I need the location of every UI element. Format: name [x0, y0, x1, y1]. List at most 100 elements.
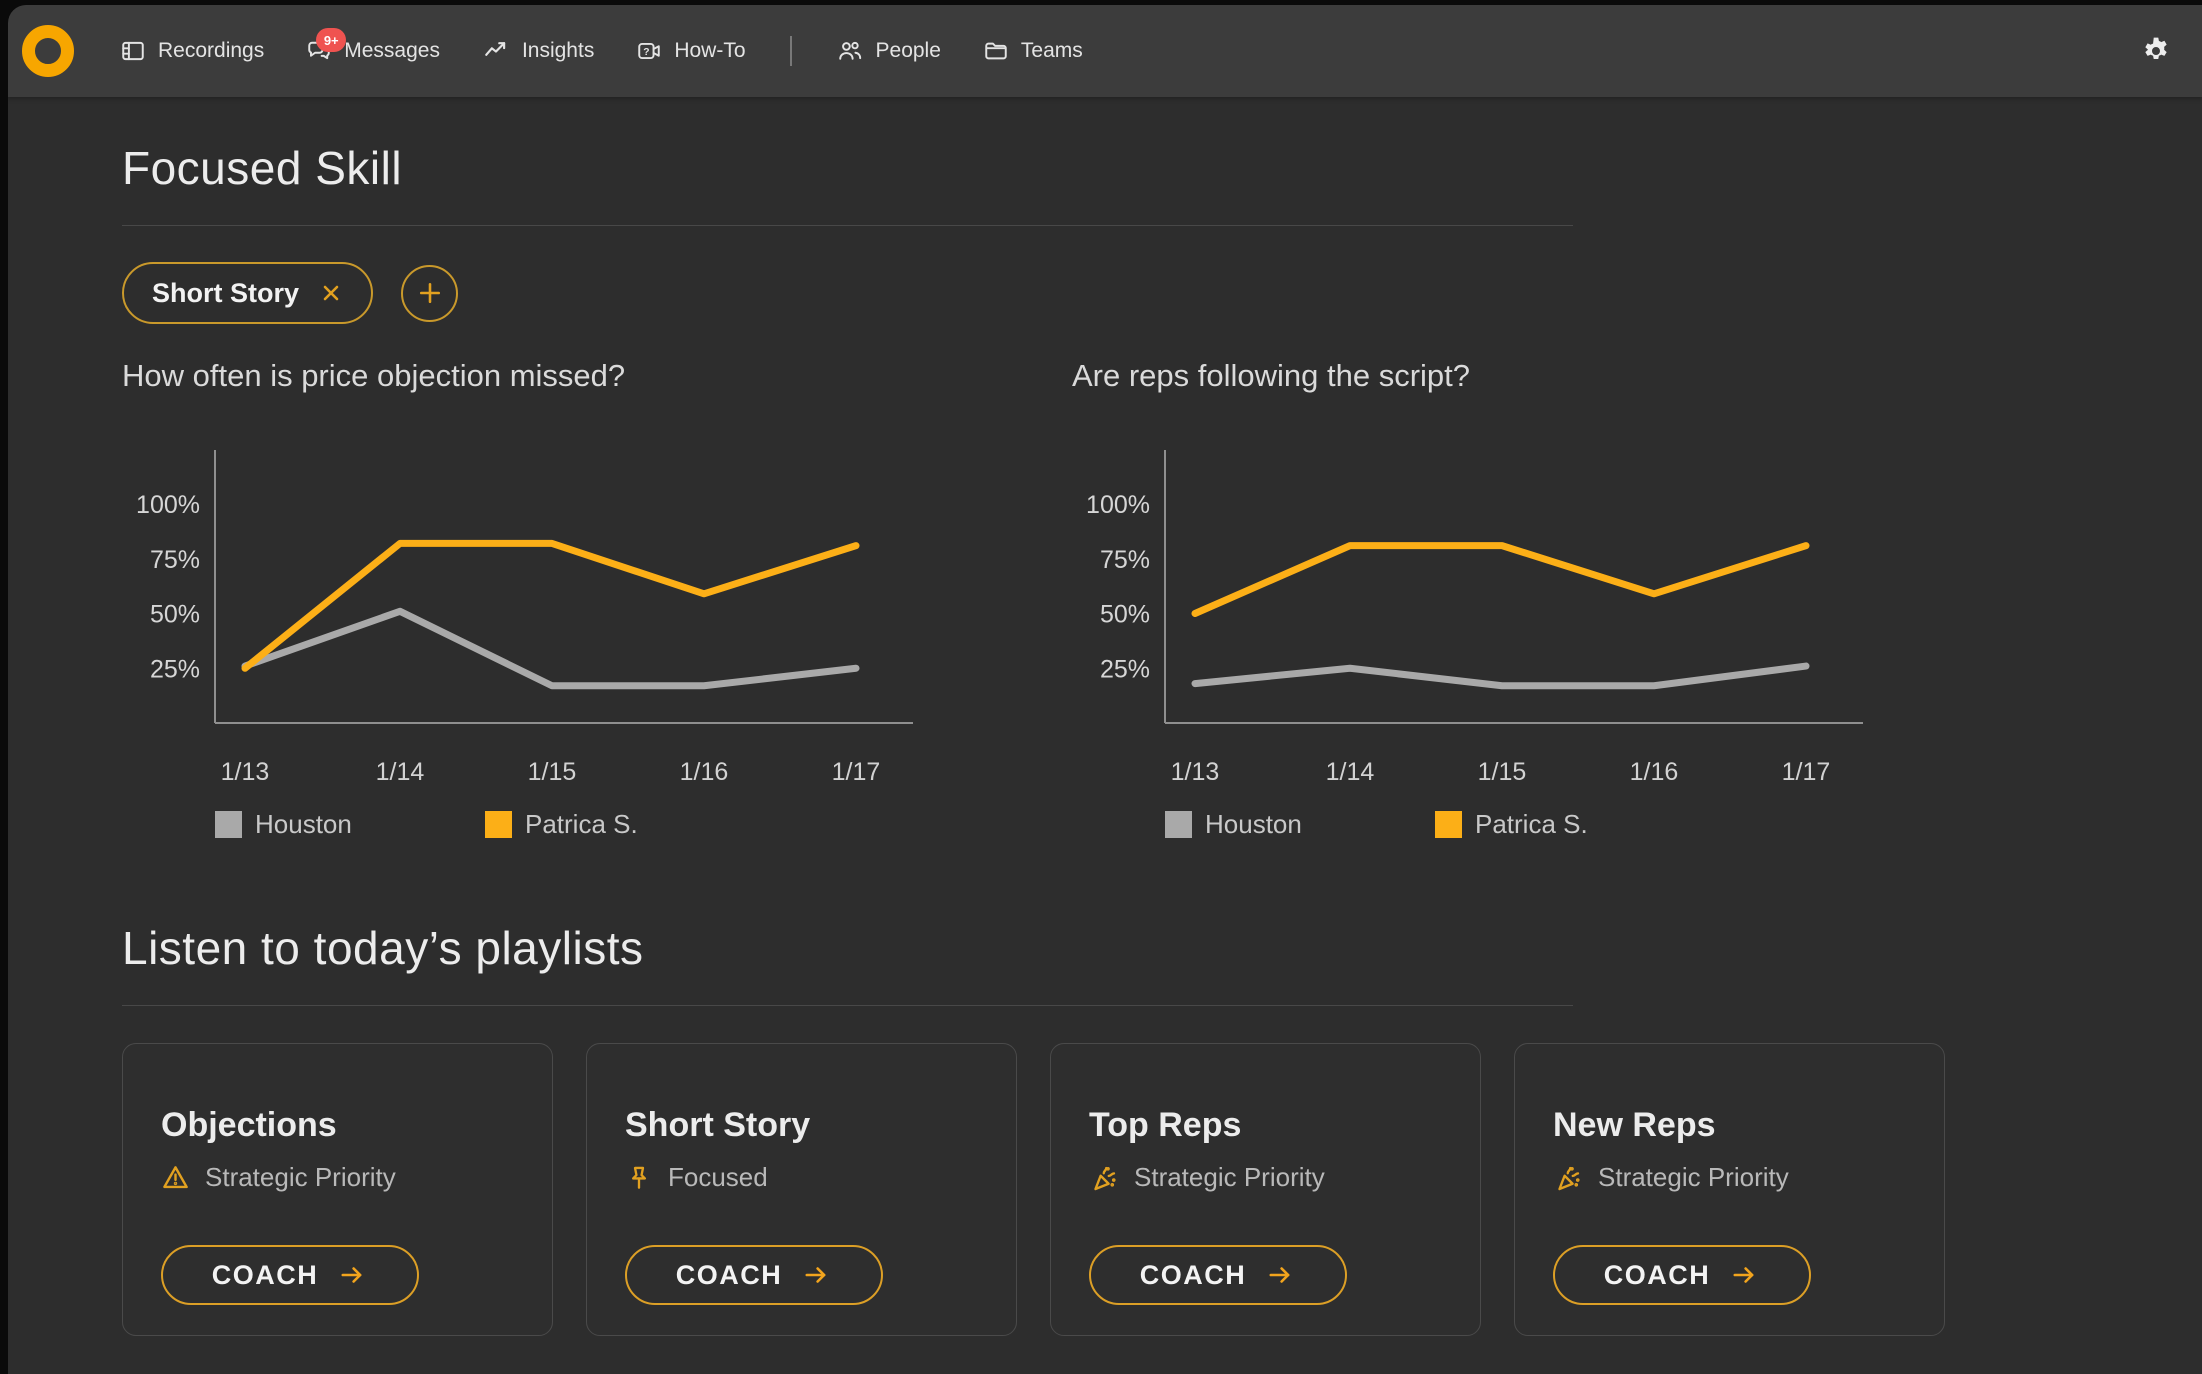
x-tick-label: 1/15	[528, 758, 577, 786]
party-popper-icon	[1553, 1163, 1583, 1193]
playlist-card-new-reps: New Reps Strategic Priority COACH	[1514, 1043, 1945, 1336]
section-divider	[122, 1005, 1573, 1006]
y-tick-label: 100%	[1086, 491, 1150, 519]
chart-title: How often is price objection missed?	[122, 358, 1072, 394]
settings-button[interactable]	[2140, 35, 2172, 67]
arrow-right-icon	[336, 1262, 368, 1288]
skill-chip-row: Short Story	[122, 262, 2202, 324]
x-tick-label: 1/17	[1782, 758, 1831, 786]
focused-skill-title: Focused Skill	[122, 141, 2202, 195]
y-tick-label: 25%	[1100, 655, 1150, 683]
skill-chip-label: Short Story	[152, 278, 299, 309]
app-window: Recordings9+MessagesInsights?How-ToPeopl…	[8, 5, 2202, 1374]
playlist-cards-row: ObjectionsStrategic PriorityCOACHShort S…	[122, 1043, 2202, 1336]
y-tick-label: 100%	[136, 491, 200, 519]
x-tick-label: 1/13	[221, 758, 270, 786]
chart-price-objection: How often is price objection missed? 25%…	[122, 358, 1072, 857]
top-navbar: Recordings9+MessagesInsights?How-ToPeopl…	[8, 5, 2202, 97]
y-tick-label: 75%	[1100, 546, 1150, 574]
add-skill-button[interactable]	[401, 265, 458, 322]
y-tick-label: 25%	[150, 655, 200, 683]
x-tick-label: 1/14	[376, 758, 425, 786]
card-tag: Focused	[625, 1162, 1016, 1193]
legend-label: Houston	[255, 809, 352, 839]
people-icon	[836, 38, 864, 64]
nav-item-messages[interactable]: 9+ Messages	[306, 38, 440, 64]
legend-label: Patrica S.	[1475, 809, 1588, 839]
svg-text:?: ?	[644, 47, 650, 58]
coach-button-label: COACH	[676, 1260, 783, 1291]
nav-item-recordings[interactable]: Recordings	[120, 38, 264, 64]
card-title: New Reps	[1553, 1106, 1944, 1145]
notification-badge: 9+	[316, 28, 346, 52]
coach-button[interactable]: COACH	[625, 1245, 883, 1305]
charts-row: How often is price objection missed? 25%…	[122, 358, 2202, 857]
trend-line-icon	[482, 38, 510, 64]
y-tick-label: 75%	[150, 546, 200, 574]
line-chart: 25% 50% 75% 100% 1/13 1/14 1/15 1/16 1/17 Houston…	[1072, 440, 1892, 852]
main-content: Focused Skill Short Story How often is p…	[8, 141, 2202, 1336]
x-tick-label: 1/16	[1630, 758, 1679, 786]
nav-item-label: People	[876, 39, 941, 63]
folder-icon	[983, 38, 1009, 64]
section-divider	[122, 225, 1573, 226]
arrow-right-icon	[1264, 1262, 1296, 1288]
nav-item-label: Recordings	[158, 39, 264, 63]
film-icon	[120, 38, 146, 64]
arrow-right-icon	[1728, 1262, 1760, 1288]
card-tag: Strategic Priority	[1089, 1162, 1480, 1193]
nav-items: Recordings 9+ Messages Insights? How-To Peopl…	[120, 36, 1083, 66]
chart-title: Are reps following the script?	[1072, 358, 2022, 394]
series-line-patrica-s-	[245, 543, 856, 668]
legend-label: Houston	[1205, 809, 1302, 839]
playlist-card-top-reps: Top Reps Strategic Priority COACH	[1050, 1043, 1481, 1336]
warning-icon	[161, 1163, 190, 1192]
x-tick-label: 1/17	[832, 758, 881, 786]
x-tick-label: 1/15	[1478, 758, 1527, 786]
arrow-right-icon	[800, 1262, 832, 1288]
card-tag: Strategic Priority	[161, 1162, 552, 1193]
nav-item-how-to[interactable]: ? How-To	[636, 38, 745, 64]
x-tick-label: 1/13	[1171, 758, 1220, 786]
playlists-title: Listen to today’s playlists	[122, 921, 2202, 975]
chat-bubbles-icon: 9+	[306, 38, 332, 64]
nav-item-label: How-To	[674, 39, 745, 63]
legend-swatch	[1165, 811, 1192, 838]
card-title: Objections	[161, 1106, 552, 1145]
card-title: Top Reps	[1089, 1106, 1480, 1145]
app-logo[interactable]	[22, 25, 74, 77]
nav-item-label: Messages	[344, 39, 440, 63]
coach-button-label: COACH	[212, 1260, 319, 1291]
card-tag-label: Strategic Priority	[1598, 1162, 1789, 1193]
playlist-card-short-story: Short Story Focused COACH	[586, 1043, 1017, 1336]
series-line-houston	[1195, 666, 1806, 686]
y-tick-label: 50%	[150, 601, 200, 629]
playlist-card-objections: Objections Strategic Priority COACH	[122, 1043, 553, 1336]
legend-swatch	[1435, 811, 1462, 838]
close-icon[interactable]	[319, 281, 343, 305]
coach-button[interactable]: COACH	[1089, 1245, 1347, 1305]
coach-button-label: COACH	[1604, 1260, 1711, 1291]
video-question-icon: ?	[636, 38, 662, 64]
line-chart: 25%50%75%100%1/131/141/151/161/17Houston…	[122, 440, 942, 852]
card-tag-label: Strategic Priority	[1134, 1162, 1325, 1193]
series-line-houston	[245, 611, 856, 685]
coach-button[interactable]: COACH	[161, 1245, 419, 1305]
party-popper-icon	[1089, 1163, 1119, 1193]
card-tag-label: Strategic Priority	[205, 1162, 396, 1193]
nav-item-insights[interactable]: Insights	[482, 38, 594, 64]
skill-chip-short-story[interactable]: Short Story	[122, 262, 373, 324]
legend-label: Patrica S.	[525, 809, 638, 839]
nav-item-teams[interactable]: Teams	[983, 38, 1083, 64]
y-tick-label: 50%	[1100, 601, 1150, 629]
series-line-patrica-s-	[1195, 546, 1806, 614]
coach-button-label: COACH	[1140, 1260, 1247, 1291]
card-tag-label: Focused	[668, 1162, 768, 1193]
pin-icon	[625, 1164, 653, 1192]
card-title: Short Story	[625, 1106, 1016, 1145]
nav-item-people[interactable]: People	[836, 38, 941, 64]
coach-button[interactable]: COACH	[1553, 1245, 1811, 1305]
nav-item-label: Teams	[1021, 39, 1083, 63]
legend-swatch	[485, 811, 512, 838]
x-tick-label: 1/14	[1326, 758, 1375, 786]
